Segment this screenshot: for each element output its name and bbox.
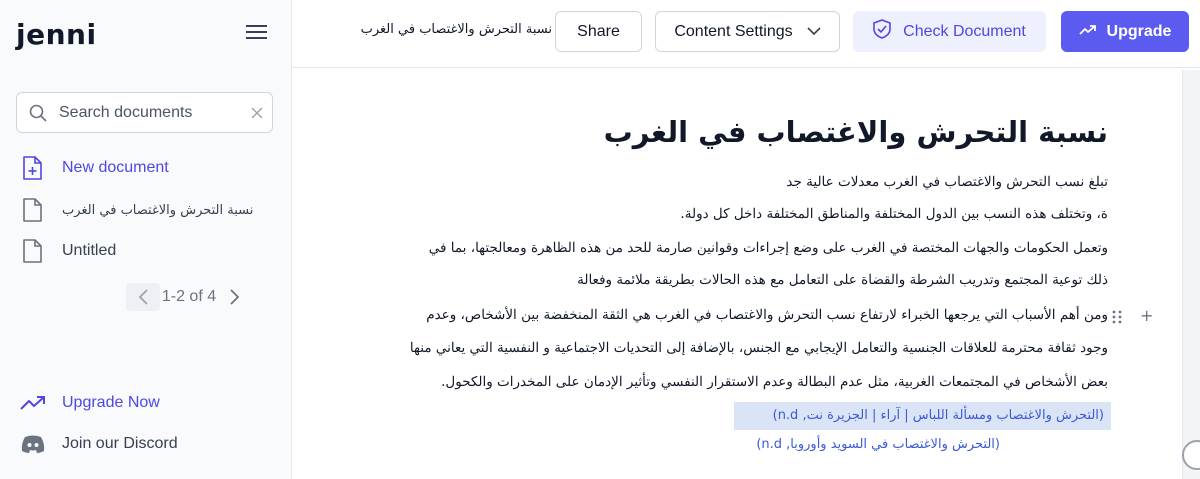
- upgrade-button[interactable]: Upgrade: [1061, 11, 1189, 52]
- document-heading[interactable]: نسبة التحرش والاغتصاب في الغرب: [604, 115, 1108, 149]
- pager-text: 1-2 of 4: [161, 288, 217, 305]
- share-label: Share: [577, 22, 620, 40]
- trending-up-icon: [1078, 23, 1097, 41]
- sidebar-item-label: New document: [62, 159, 169, 176]
- prev-page-button[interactable]: [126, 283, 160, 311]
- drag-handle-icon[interactable]: [1111, 309, 1123, 325]
- paragraph-line[interactable]: وتعمل الحكومات والجهات المختصة في الغرب …: [429, 240, 1108, 256]
- join-discord-label: Join our Discord: [62, 435, 178, 452]
- citation-link[interactable]: (التحرش والاغتصاب في السويد وأوروبا, n.d…: [756, 437, 1000, 452]
- paragraph-line[interactable]: ة، وتختلف هذه النسب بين الدول المختلفة و…: [680, 206, 1108, 222]
- vertical-scrollbar[interactable]: [1182, 70, 1200, 479]
- shield-check-icon: [873, 19, 891, 44]
- add-block-icon[interactable]: +: [1140, 306, 1153, 325]
- paragraph-line[interactable]: بعض الأشخاص في المجتمعات الغربية، مثل عد…: [441, 374, 1108, 390]
- sidebar-item-label: نسبة التحرش والاغتصاب في الغرب: [62, 202, 254, 218]
- app-logo: jenni: [16, 18, 97, 51]
- content-settings-label: Content Settings: [674, 22, 793, 40]
- sidebar-item-label: Untitled: [62, 242, 117, 259]
- document-title[interactable]: نسبة التحرش والاغتصاب في الغرب: [312, 22, 552, 37]
- sidebar-item-new-document[interactable]: New document: [16, 151, 276, 185]
- new-document-icon: [16, 155, 48, 181]
- chevron-left-icon: [138, 289, 148, 305]
- discord-icon: [20, 432, 48, 456]
- paragraph-line[interactable]: ذلك توعية المجتمع وتدريب الشرطة والقضاة …: [577, 272, 1108, 288]
- next-page-button[interactable]: [218, 283, 252, 311]
- chevron-down-icon: [807, 23, 821, 41]
- citation-link[interactable]: (التحرش والاغتصاب ومسألة اللباس | آراء |…: [734, 402, 1111, 430]
- chevron-right-icon: [230, 289, 240, 305]
- paragraph-line[interactable]: ومن أهم الأسباب التي يرجعها الخبراء لارت…: [426, 307, 1108, 323]
- sidebar-item-untitled[interactable]: Untitled: [16, 234, 276, 268]
- search-icon: [29, 104, 47, 122]
- trending-up-icon: [20, 391, 48, 415]
- search-box: [16, 92, 273, 133]
- upgrade-now-link[interactable]: Upgrade Now: [20, 388, 270, 418]
- top-header: نسبة التحرش والاغتصاب في الغرب Share Con…: [292, 0, 1200, 68]
- join-discord-link[interactable]: Join our Discord: [20, 429, 270, 459]
- content-settings-button[interactable]: Content Settings: [655, 11, 840, 52]
- hamburger-menu-icon[interactable]: [246, 22, 268, 42]
- sidebar-item-document-arabic[interactable]: نسبة التحرش والاغتصاب في الغرب: [16, 193, 276, 227]
- upgrade-now-label: Upgrade Now: [62, 394, 160, 411]
- search-input[interactable]: [59, 101, 239, 125]
- check-document-label: Check Document: [903, 22, 1026, 40]
- document-editor[interactable]: نسبة التحرش والاغتصاب في الغرب تبلغ نسب …: [292, 69, 1200, 479]
- document-icon: [16, 238, 48, 264]
- upgrade-label: Upgrade: [1106, 22, 1172, 40]
- paragraph-line[interactable]: تبلغ نسب التحرش والاغتصاب في الغرب معدلا…: [786, 174, 1108, 190]
- sidebar: jenni New document نسبة التحرش والاغتصاب…: [0, 0, 292, 479]
- document-pager: 1-2 of 4: [126, 283, 276, 311]
- document-icon: [16, 197, 48, 223]
- clear-search-icon[interactable]: [249, 105, 265, 121]
- share-button[interactable]: Share: [555, 11, 642, 52]
- paragraph-line[interactable]: وجود ثقافة محترمة للعلاقات الجنسية والتع…: [410, 340, 1108, 356]
- check-document-button[interactable]: Check Document: [853, 11, 1046, 52]
